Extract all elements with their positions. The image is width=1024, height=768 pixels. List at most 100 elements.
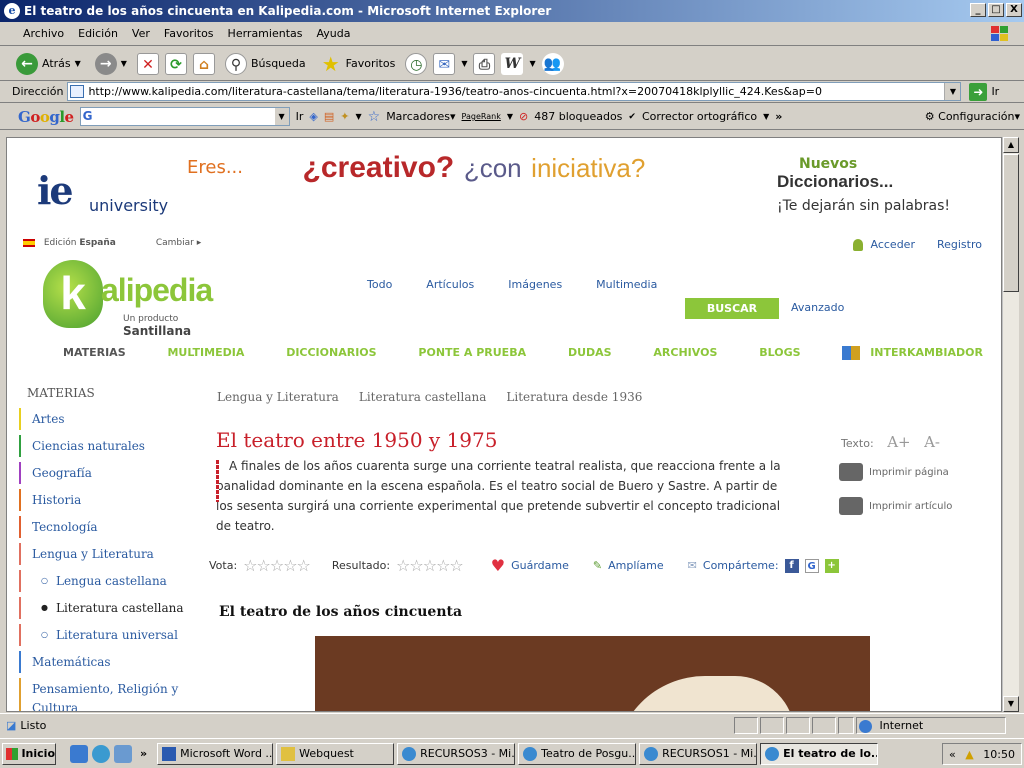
go-button[interactable]: ➜ Ir <box>969 82 999 101</box>
task-teatro-posguerra[interactable]: Teatro de Posgu... <box>518 742 637 765</box>
nav-dudas[interactable]: DUDAS <box>568 346 612 360</box>
access-link[interactable]: Acceder <box>853 238 915 251</box>
refresh-icon[interactable]: ⟳ <box>164 52 187 75</box>
scroll-down-icon[interactable]: ▼ <box>1003 696 1019 712</box>
menu-archivo[interactable]: Archivo <box>16 27 71 40</box>
diccionarios-ad[interactable]: Nuevos Diccionarios... ¡Te dejarán sin p… <box>777 156 950 214</box>
google-logo[interactable]: Google <box>18 108 74 126</box>
desktop-icon[interactable] <box>70 744 88 763</box>
vote-stars[interactable]: ☆☆☆☆☆ <box>243 556 311 575</box>
tab-imagenes[interactable]: Imágenes <box>508 278 562 291</box>
sidebar-item-geografia[interactable]: Geografía <box>19 462 189 484</box>
breadcrumb-lengua[interactable]: Lengua y Literatura <box>217 390 339 404</box>
popup-blocked-count[interactable]: 487 bloqueados <box>534 110 622 123</box>
sidebar-subitem-literatura-universal[interactable]: ○ Literatura universal <box>19 624 189 646</box>
history-icon[interactable]: ◷ <box>405 52 428 75</box>
sidebar-item-lengua[interactable]: Lengua y Literatura <box>19 543 189 565</box>
sidebar-item-artes[interactable]: Artes <box>19 408 189 430</box>
outlook-icon[interactable] <box>114 744 132 763</box>
ie-university-ad[interactable]: ie university <box>37 168 168 215</box>
forward-button[interactable]: → ▼ <box>91 52 131 75</box>
nav-archivos[interactable]: ARCHIVOS <box>653 346 717 360</box>
sidebar-subitem-lengua-castellana[interactable]: ○ Lengua castellana <box>19 570 189 592</box>
chevron-down-icon[interactable]: ▼ <box>763 112 769 121</box>
chevron-down-icon[interactable]: ▼ <box>507 112 513 121</box>
spellcheck-button[interactable]: Corrector ortográfico <box>642 110 757 123</box>
address-input[interactable]: http://www.kalipedia.com/literatura-cast… <box>67 82 962 101</box>
sidebar-subitem-literatura-castellana[interactable]: ● Literatura castellana <box>19 597 189 619</box>
search-button[interactable]: ⚲ Búsqueda <box>221 52 310 75</box>
text-bigger-button[interactable]: A+ <box>887 433 910 451</box>
vertical-scrollbar[interactable]: ▲ ▼ <box>1002 137 1019 712</box>
chevron-down-icon[interactable]: ▼ <box>75 59 81 68</box>
warning-icon[interactable]: ▲ <box>965 748 973 761</box>
chevron-down-icon[interactable]: ▼ <box>121 59 127 68</box>
title-bar[interactable]: e El teatro de los años cincuenta en Kal… <box>0 0 1024 22</box>
messenger-icon[interactable]: 👥 <box>541 52 564 75</box>
change-edition-link[interactable]: Cambiar ▸ <box>156 238 201 248</box>
ie-quicklaunch-icon[interactable] <box>92 744 110 763</box>
close-button[interactable]: X <box>1006 3 1022 17</box>
puzzle-icon[interactable]: ✦ <box>340 110 349 123</box>
breadcrumb-literatura-castellana[interactable]: Literatura castellana <box>359 390 487 404</box>
search-button[interactable]: BUSCAR <box>685 298 779 319</box>
settings-button[interactable]: ⚙ Configuración▾ <box>925 110 1020 123</box>
breadcrumb-literatura-1936[interactable]: Literatura desde 1936 <box>506 390 642 404</box>
menu-herramientas[interactable]: Herramientas <box>221 27 310 40</box>
print-article-button[interactable]: Imprimir artículo <box>839 497 952 515</box>
quicklaunch-more-button[interactable]: » <box>140 747 147 760</box>
clock[interactable]: 10:50 <box>983 748 1015 761</box>
ad-banner[interactable]: Eres... ¿creativo? ¿con iniciativa? <box>187 150 645 185</box>
chevron-down-icon[interactable]: ▼ <box>274 108 289 125</box>
start-button[interactable]: Inicio <box>2 742 56 765</box>
minimize-button[interactable]: _ <box>970 3 986 17</box>
page-viewport[interactable]: ie university Eres... ¿creativo? ¿con in… <box>6 137 1002 712</box>
chevron-down-icon[interactable]: ▼ <box>529 59 535 68</box>
task-recursos3[interactable]: RECURSOS3 - Mi... <box>397 742 516 765</box>
more-share-icon[interactable]: + <box>824 558 839 573</box>
text-smaller-button[interactable]: A- <box>924 433 940 451</box>
sidebar-item-tecnologia[interactable]: Tecnología <box>19 516 189 538</box>
task-recursos1[interactable]: RECURSOS1 - Mi... <box>639 742 758 765</box>
chevron-down-icon[interactable]: ▼ <box>461 59 467 68</box>
news-icon[interactable]: ▤ <box>324 110 334 123</box>
menu-ver[interactable]: Ver <box>125 27 157 40</box>
google-search-input[interactable]: G ▼ <box>79 107 290 126</box>
scroll-up-icon[interactable]: ▲ <box>1003 137 1019 153</box>
facebook-icon[interactable]: f <box>784 558 799 573</box>
sidebar-item-ciencias[interactable]: Ciencias naturales <box>19 435 189 457</box>
word-icon[interactable]: W <box>501 52 524 75</box>
nav-blogs[interactable]: BLOGS <box>759 346 800 360</box>
menu-favoritos[interactable]: Favoritos <box>157 27 221 40</box>
nav-materias[interactable]: MATERIAS <box>63 346 126 360</box>
favorites-button[interactable]: ★ Favoritos <box>316 53 400 75</box>
chevron-down-icon[interactable]: ▼ <box>355 112 361 121</box>
google-options-icon[interactable]: ◈ <box>309 110 317 123</box>
advanced-search-link[interactable]: Avanzado <box>791 301 844 314</box>
sidebar-item-historia[interactable]: Historia <box>19 489 189 511</box>
stop-icon[interactable]: ✕ <box>136 52 159 75</box>
google-share-icon[interactable]: G <box>804 558 819 573</box>
bookmarks-button[interactable]: Marcadores▾ <box>386 110 455 123</box>
home-icon[interactable]: ⌂ <box>192 52 215 75</box>
chevron-down-icon[interactable]: ▼ <box>944 83 961 100</box>
tab-todo[interactable]: Todo <box>367 278 392 291</box>
expand-link[interactable]: Amplíame <box>608 559 664 572</box>
task-teatro-active[interactable]: El teatro de lo... <box>760 742 879 765</box>
task-webquest[interactable]: Webquest <box>276 742 395 765</box>
google-go-button[interactable]: Ir <box>296 110 304 123</box>
mail-icon[interactable]: ✉ <box>433 52 456 75</box>
save-link[interactable]: Guárdame <box>511 559 569 572</box>
back-button[interactable]: ← Atrás ▼ <box>12 52 85 75</box>
task-word[interactable]: Microsoft Word ... <box>157 742 274 765</box>
tray-expand-icon[interactable]: « <box>949 748 956 761</box>
scroll-thumb[interactable] <box>1003 154 1019 292</box>
kalipedia-logo[interactable]: k alipedia Un producto Santillana <box>43 260 243 338</box>
tab-multimedia[interactable]: Multimedia <box>596 278 657 291</box>
print-icon[interactable]: ⎙ <box>473 52 496 75</box>
maximize-button[interactable]: □ <box>988 3 1004 17</box>
menu-ayuda[interactable]: Ayuda <box>309 27 357 40</box>
nav-diccionarios[interactable]: DICCIONARIOS <box>286 346 376 360</box>
nav-multimedia[interactable]: MULTIMEDIA <box>167 346 244 360</box>
print-page-button[interactable]: Imprimir página <box>839 463 952 481</box>
